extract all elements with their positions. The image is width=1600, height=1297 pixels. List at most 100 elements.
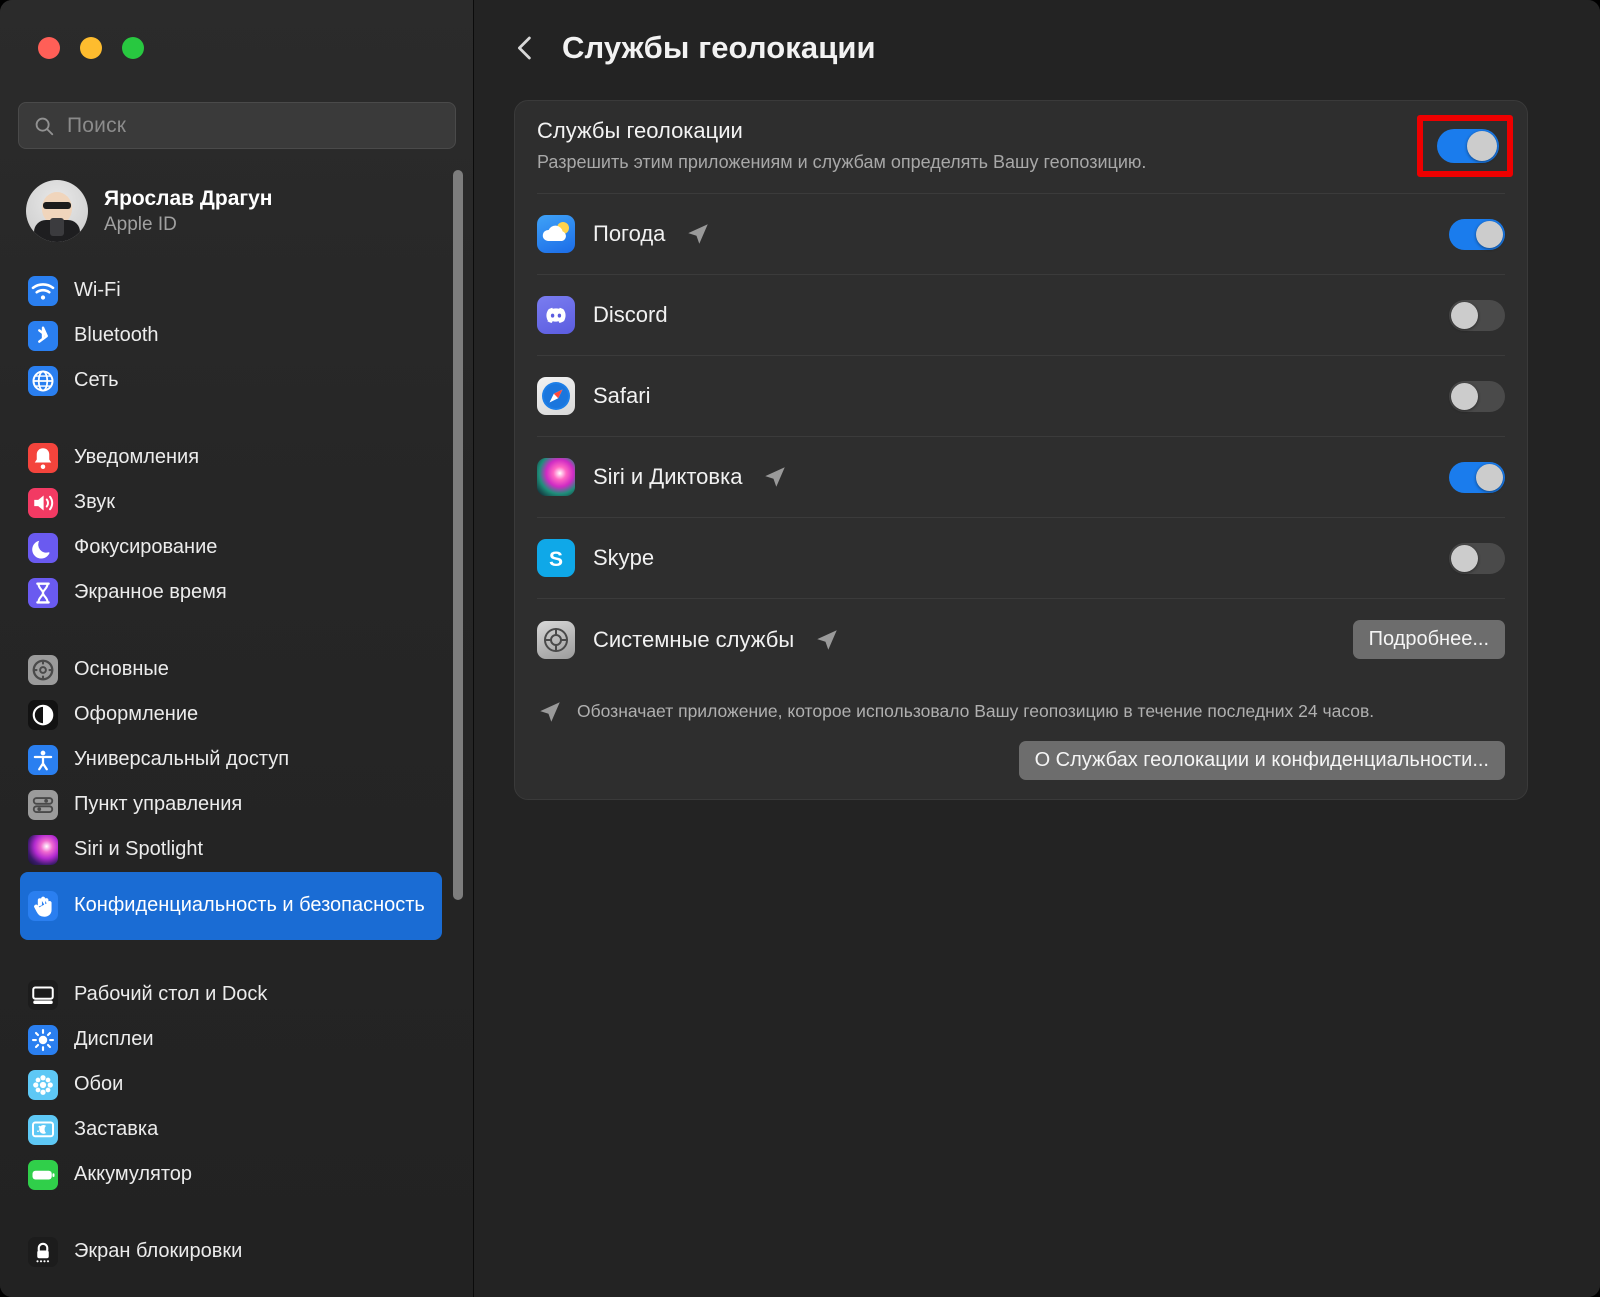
main-content: Службы геолокации Службы геолокации Разр…	[474, 0, 1600, 1297]
system-services-name: Системные службы	[593, 626, 795, 652]
app-name: Siri и Диктовка	[593, 464, 743, 489]
appearance-icon	[28, 699, 58, 730]
location-services-card: Службы геолокации Разрешить этим приложе…	[514, 100, 1528, 800]
location-arrow-icon	[765, 467, 786, 487]
sidebar-item-label: Обои	[74, 1073, 124, 1095]
sidebar-item-аккумулятор[interactable]: Аккумулятор	[20, 1152, 442, 1197]
main-header: Службы геолокации	[474, 0, 1600, 96]
sidebar-item-универсальный-доступ[interactable]: Универсальный доступ	[20, 737, 442, 782]
minimize-button[interactable]	[80, 37, 102, 59]
sidebar-item-основные[interactable]: Основные	[20, 647, 442, 692]
app-name: Discord	[593, 302, 668, 327]
close-button[interactable]	[38, 37, 60, 59]
sidebar-item-label: Экран блокировки	[74, 1240, 243, 1262]
gear-icon	[28, 654, 58, 685]
sidebar-item-label: Звук	[74, 491, 116, 513]
sidebar-item-label: Уведомления	[74, 446, 200, 468]
accessibility-icon	[28, 744, 58, 775]
back-button[interactable]	[508, 28, 542, 68]
bluetooth-icon	[28, 320, 58, 351]
sidebar-item-сеть[interactable]: Сеть	[20, 358, 442, 403]
location-services-title: Службы геолокации	[537, 118, 743, 143]
system-services-details-button[interactable]: Подробнее...	[1352, 620, 1505, 659]
location-arrow-icon	[817, 629, 837, 650]
location-services-description: Разрешить этим приложениям и службам опр…	[537, 152, 1147, 172]
avatar	[26, 180, 88, 242]
app-location-toggle[interactable]	[1449, 299, 1505, 331]
sidebar-item-label: Универсальный доступ	[74, 748, 290, 770]
sidebar-group-0: Wi-Fi Bluetooth Сеть	[0, 268, 462, 403]
siri-app-icon	[537, 458, 575, 496]
control-center-icon	[28, 789, 58, 820]
sidebar-item-label: Заставка	[74, 1118, 159, 1140]
sidebar-item-label: Основные	[74, 658, 169, 680]
sidebar-item-label: Конфиденциальность и безопасность	[74, 894, 425, 917]
sidebar-item-bluetooth[interactable]: Bluetooth	[20, 313, 442, 358]
sidebar-item-экран-блокировки[interactable]: Экран блокировки	[20, 1229, 442, 1274]
desktop-dock-icon	[28, 979, 58, 1010]
system-settings-window: Поиск Ярослав Драгун Apple ID Wi-Fi Bluet…	[0, 0, 1600, 1297]
toggle-knob	[1467, 131, 1497, 161]
sidebar-item-label: Дисплеи	[74, 1028, 154, 1050]
app-permission-row: Discord	[537, 275, 1505, 356]
sidebar-item-обои[interactable]: Обои	[20, 1062, 442, 1107]
zoom-button[interactable]	[122, 37, 144, 59]
app-name: Погода	[593, 221, 666, 246]
sidebar-item-wi-fi[interactable]: Wi-Fi	[20, 268, 442, 313]
toggle-knob	[1451, 301, 1478, 329]
hand-raised-icon	[28, 891, 58, 921]
lock-icon	[28, 1236, 58, 1267]
search-icon	[35, 117, 54, 135]
svg-text:S: S	[549, 548, 563, 571]
window-controls	[38, 37, 144, 59]
page-title: Службы геолокации	[562, 30, 876, 65]
location-arrow-icon	[540, 702, 560, 722]
app-permission-row: S Skype	[537, 518, 1505, 599]
sidebar-item-фокусирование[interactable]: Фокусирование	[20, 525, 442, 570]
app-location-toggle[interactable]	[1449, 218, 1505, 250]
sidebar-item-экранное-время[interactable]: Экранное время	[20, 570, 442, 615]
app-location-toggle[interactable]	[1449, 542, 1505, 574]
sidebar-item-заставка[interactable]: Заставка	[20, 1107, 442, 1152]
app-name: Skype	[593, 545, 655, 570]
sidebar-item-label: Bluetooth	[74, 324, 159, 346]
sidebar-item-звук[interactable]: Звук	[20, 480, 442, 525]
sidebar-item-siri-и-spotlight[interactable]: Siri и Spotlight	[20, 827, 442, 872]
sidebar-scrollbar[interactable]	[453, 170, 463, 900]
location-arrow-icon	[688, 224, 709, 244]
skype-app-icon: S	[537, 539, 575, 577]
wifi-icon	[28, 275, 58, 306]
app-name: Safari	[593, 383, 651, 408]
battery-icon	[28, 1159, 58, 1190]
app-permission-row: Safari	[537, 356, 1505, 437]
brightness-icon	[28, 1024, 58, 1055]
toggle-knob	[1476, 463, 1503, 491]
sidebar-item-пункт-управления[interactable]: Пункт управления	[20, 782, 442, 827]
sidebar-item-label: Аккумулятор	[74, 1163, 193, 1185]
sidebar-item-рабочий-стол-и-dock[interactable]: Рабочий стол и Dock	[20, 972, 442, 1017]
footnote-text: Обозначает приложение, которое использов…	[577, 701, 1375, 721]
app-location-toggle[interactable]	[1449, 380, 1505, 412]
sidebar-item-конфиденциальность-и-безопасность[interactable]: Конфиденциальность и безопасность	[20, 872, 442, 940]
sidebar-group-2: Основные Оформление Универсальный доступ Пу…	[0, 647, 462, 940]
search-placeholder: Поиск	[67, 113, 127, 137]
sidebar-item-label: Siri и Spotlight	[74, 838, 204, 860]
location-services-master-toggle[interactable]	[1437, 129, 1499, 163]
toggle-knob	[1451, 544, 1478, 572]
profile-subtitle: Apple ID	[104, 213, 177, 235]
sidebar-item-оформление[interactable]: Оформление	[20, 692, 442, 737]
recent-location-footnote: Обозначает приложение, которое использов…	[537, 698, 1505, 725]
app-location-toggle[interactable]	[1449, 461, 1505, 493]
sidebar-item-уведомления[interactable]: Уведомления	[20, 435, 442, 480]
siri-icon	[28, 834, 58, 865]
sidebar-item-label: Пункт управления	[74, 793, 243, 815]
about-location-privacy-button[interactable]: О Службах геолокации и конфиденциальност…	[1018, 741, 1505, 780]
app-permission-list: Погода Discord Safari Siri и Диктовка S Skype…	[537, 193, 1505, 680]
weather-app-icon	[537, 215, 575, 253]
apple-id-profile-item[interactable]: Ярослав Драгун Apple ID	[20, 178, 440, 244]
sidebar-item-label: Wi-Fi	[74, 279, 121, 301]
search-input[interactable]: Поиск	[18, 102, 456, 149]
toggle-knob	[1476, 220, 1503, 248]
sidebar-item-дисплеи[interactable]: Дисплеи	[20, 1017, 442, 1062]
sidebar-group-4: Экран блокировки	[0, 1229, 462, 1274]
